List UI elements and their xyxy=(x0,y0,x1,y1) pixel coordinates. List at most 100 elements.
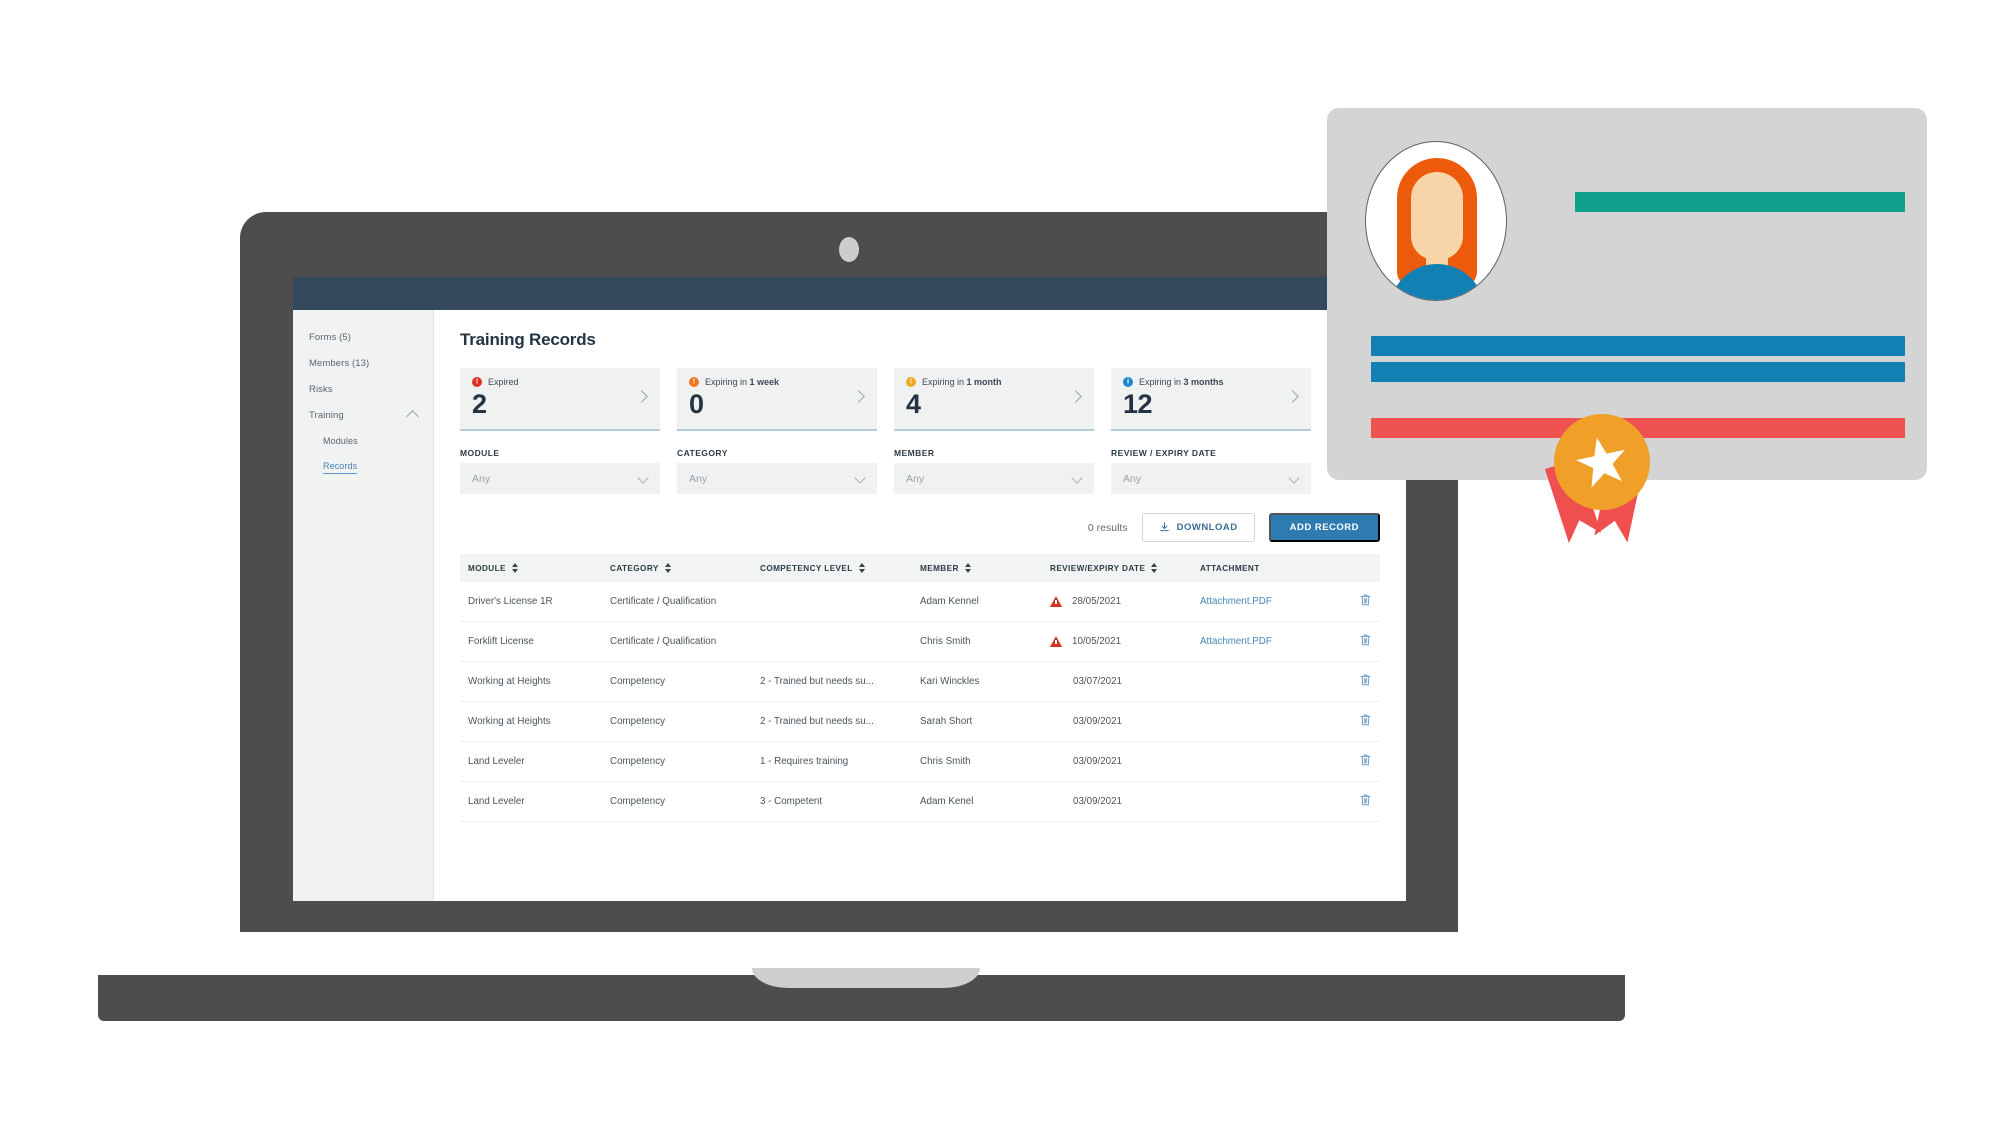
cell-delete[interactable] xyxy=(1330,661,1380,702)
stat-card-value: 2 xyxy=(472,389,487,419)
column-header-label: CATEGORY xyxy=(610,563,659,573)
results-count: 0 results xyxy=(1087,521,1128,534)
stat-card-header: ! Expiring in 1 week xyxy=(689,377,865,387)
cell-member: Adam Kenel xyxy=(920,781,1050,822)
date-text: 03/07/2021 xyxy=(1073,676,1123,687)
download-button[interactable]: DOWNLOAD xyxy=(1141,513,1255,542)
cell-delete[interactable] xyxy=(1330,741,1380,782)
filter-category: CATEGORY Any xyxy=(677,448,877,494)
delete-row-button[interactable] xyxy=(1359,793,1372,810)
cell-attachment[interactable]: Attachment.PDF xyxy=(1200,582,1330,622)
sidebar-item-label: Risks xyxy=(309,383,333,395)
category-select-value: Any xyxy=(689,472,708,485)
table-row[interactable]: Land Leveler Competency 3 - Competent Adam … xyxy=(460,781,1380,822)
sort-icon[interactable] xyxy=(964,563,971,573)
delete-icon[interactable] xyxy=(1359,593,1372,607)
chevron-down-icon[interactable] xyxy=(1288,472,1300,484)
stat-card-label: Expiring in 3 months xyxy=(1139,377,1224,387)
member-select[interactable]: Any xyxy=(894,463,1094,494)
add-record-button[interactable]: ADD RECORD xyxy=(1268,513,1380,542)
column-header-module[interactable]: MODULE xyxy=(460,554,610,582)
date-text: 03/09/2021 xyxy=(1073,716,1123,727)
chevron-down-icon[interactable] xyxy=(1071,472,1083,484)
date-text: 28/05/2021 xyxy=(1072,596,1122,607)
delete-row-button[interactable] xyxy=(1359,673,1372,690)
stat-card-expiring-3-months[interactable]: i Expiring in 3 months 12 xyxy=(1111,368,1311,431)
cell-category: Competency xyxy=(610,701,760,742)
stat-card-label: Expiring in 1 month xyxy=(922,377,1002,387)
delete-icon[interactable] xyxy=(1359,713,1372,727)
category-select[interactable]: Any xyxy=(677,463,877,494)
stat-card-expiring-1-week[interactable]: ! Expiring in 1 week 0 xyxy=(677,368,877,431)
cell-competency: 2 - Trained but needs su... xyxy=(760,701,920,742)
module-select[interactable]: Any xyxy=(460,463,660,494)
delete-icon[interactable] xyxy=(1359,753,1372,767)
column-header-competency-level[interactable]: COMPETENCY LEVEL xyxy=(760,554,920,582)
sort-icon[interactable] xyxy=(858,563,865,573)
app-topbar xyxy=(293,277,1406,310)
cell-category: Competency xyxy=(610,741,760,782)
cell-competency xyxy=(760,582,920,622)
cell-delete[interactable] xyxy=(1330,701,1380,742)
attachment-link[interactable]: Attachment.PDF xyxy=(1200,636,1272,647)
id-card-bar-blue-2 xyxy=(1371,362,1905,382)
delete-row-button[interactable] xyxy=(1359,633,1372,650)
stat-card-value: 0 xyxy=(689,389,704,419)
cell-attachment xyxy=(1200,741,1330,782)
attachment-link[interactable]: Attachment.PDF xyxy=(1200,596,1272,607)
chevron-down-icon[interactable] xyxy=(637,472,649,484)
delete-icon[interactable] xyxy=(1359,673,1372,687)
stat-card-expiring-1-month[interactable]: ! Expiring in 1 month 4 xyxy=(894,368,1094,431)
sort-icon[interactable] xyxy=(664,563,671,573)
table-row[interactable]: Forklift License Certificate / Qualificat… xyxy=(460,621,1380,662)
review-expiry-date-select-value: Any xyxy=(1123,472,1142,485)
download-icon xyxy=(1159,522,1169,532)
cell-member: Kari Winckles xyxy=(920,661,1050,702)
info-circle-icon: i xyxy=(1123,377,1133,387)
sidebar-item-risks[interactable]: Risks xyxy=(293,376,433,402)
table-row[interactable]: Driver's License 1R Certificate / Qualifi… xyxy=(460,582,1380,622)
column-header-category[interactable]: CATEGORY xyxy=(610,554,760,582)
cell-member: Chris Smith xyxy=(920,621,1050,662)
cell-delete[interactable] xyxy=(1330,621,1380,662)
delete-row-button[interactable] xyxy=(1359,593,1372,610)
stat-card-expired[interactable]: ! Expired 2 xyxy=(460,368,660,431)
sidebar-item-label: Training xyxy=(309,409,344,421)
column-header-review-expiry-date[interactable]: REVIEW/EXPIRY DATE xyxy=(1050,554,1200,582)
cell-attachment[interactable]: Attachment.PDF xyxy=(1200,621,1330,662)
cell-module: Working at Heights xyxy=(460,701,610,742)
add-record-button-label: ADD RECORD xyxy=(1289,522,1359,533)
sidebar-item-records[interactable]: Records xyxy=(293,454,433,480)
chevron-up-icon[interactable] xyxy=(406,410,419,423)
sidebar-item-members[interactable]: Members (13) xyxy=(293,350,433,376)
table-row[interactable]: Working at Heights Competency 2 - Trained … xyxy=(460,701,1380,742)
cell-competency: 2 - Trained but needs su... xyxy=(760,661,920,702)
cell-delete[interactable] xyxy=(1330,582,1380,622)
sidebar-item-modules[interactable]: Modules xyxy=(293,428,433,454)
sidebar-item-training[interactable]: Training xyxy=(293,402,433,428)
cell-delete[interactable] xyxy=(1330,781,1380,822)
sort-icon[interactable] xyxy=(1151,563,1158,573)
delete-row-button[interactable] xyxy=(1359,713,1372,730)
delete-icon[interactable] xyxy=(1359,793,1372,807)
filter-label: MEMBER xyxy=(894,448,935,458)
laptop-camera-icon xyxy=(839,237,859,262)
table-row[interactable]: Land Leveler Competency 1 - Requires train… xyxy=(460,741,1380,782)
cell-competency: 1 - Requires training xyxy=(760,741,920,782)
table-row[interactable]: Working at Heights Competency 2 - Trained … xyxy=(460,661,1380,702)
cell-category: Competency xyxy=(610,661,760,702)
delete-icon[interactable] xyxy=(1359,633,1372,647)
chevron-down-icon[interactable] xyxy=(854,472,866,484)
column-header-attachment: ATTACHMENT xyxy=(1200,554,1330,582)
member-select-value: Any xyxy=(906,472,925,485)
sort-icon[interactable] xyxy=(511,563,518,573)
table-header: MODULE CATEGORY COMPETENCY LEVEL MEMBER … xyxy=(460,554,1380,582)
id-card-bar-blue-1 xyxy=(1371,336,1905,356)
column-header-member[interactable]: MEMBER xyxy=(920,554,1050,582)
delete-row-button[interactable] xyxy=(1359,753,1372,770)
action-bar: 0 results DOWNLOAD ADD RECORD xyxy=(460,513,1380,542)
stat-card-list: ! Expired 2 ! Expiring in 1 week 0 ! Exp… xyxy=(460,368,1380,431)
review-expiry-date-select[interactable]: Any xyxy=(1111,463,1311,494)
sidebar-item-forms[interactable]: Forms (5) xyxy=(293,324,433,350)
stat-card-value: 12 xyxy=(1123,389,1153,419)
